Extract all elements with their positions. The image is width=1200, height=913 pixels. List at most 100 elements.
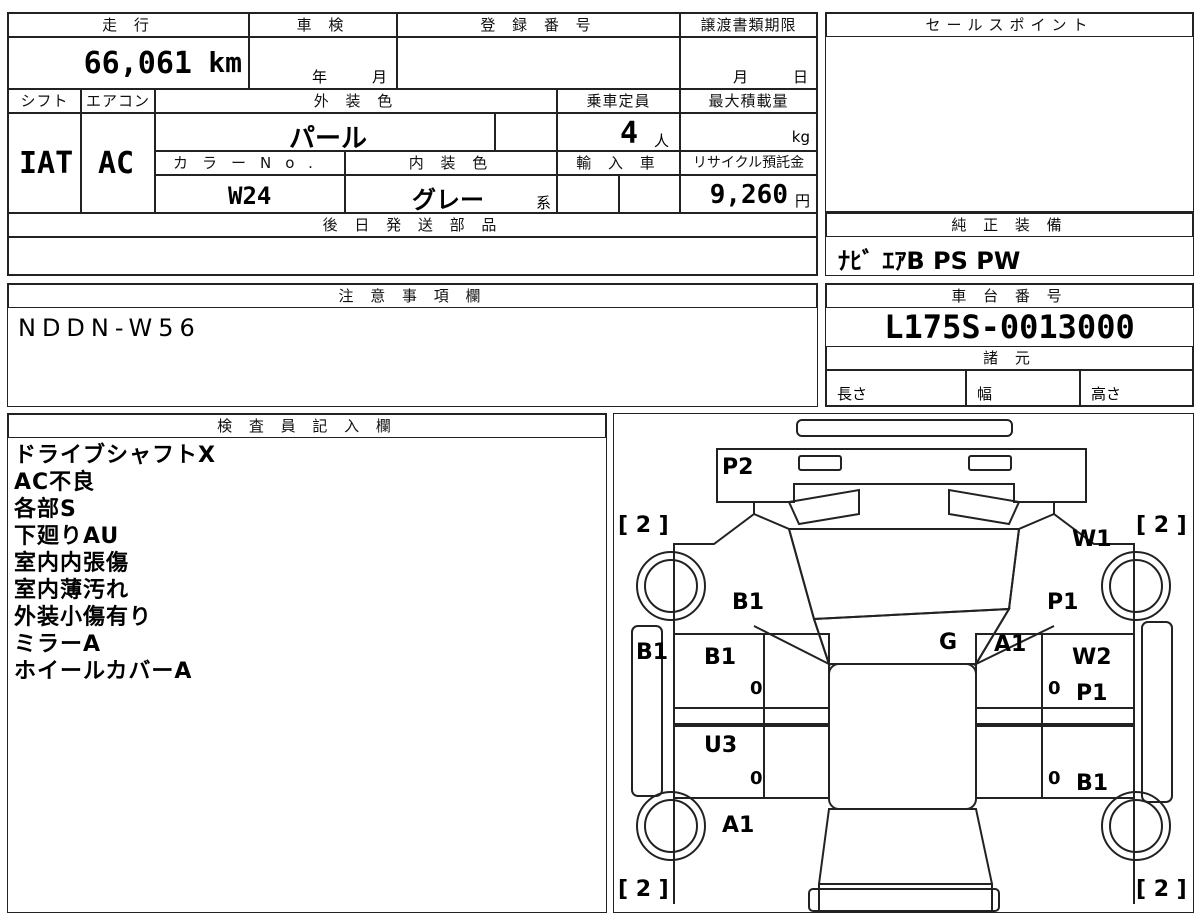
- tire-count: [ 2 ]: [618, 513, 669, 538]
- shaken-month: 月: [372, 68, 388, 86]
- chassis-value: L175S-0013000: [884, 308, 1135, 346]
- ac-value: AC: [98, 146, 135, 181]
- interior-color-suffix: 系: [536, 194, 552, 212]
- inspector-note: 室内内張傷: [14, 551, 130, 576]
- damage-mark: W2: [1072, 645, 1112, 670]
- exterior-color-value: パール: [289, 124, 368, 154]
- length-cell: 長さ: [826, 370, 966, 406]
- shaken-label: 車 検: [249, 13, 397, 37]
- pillar-left: [753, 513, 831, 666]
- car-diagram-block: P2 W1 B1 P1 G A1 B1 B1 W2 P1 U3 B1 A1 [ …: [613, 413, 1194, 913]
- front-lamp-right: [968, 455, 1012, 471]
- damage-mark: B1: [636, 640, 668, 665]
- inspector-note: 外装小傷有り: [14, 605, 153, 630]
- wheel-front-right: [1101, 551, 1171, 621]
- capacity-value: 4: [620, 116, 639, 151]
- cabin: [828, 663, 977, 810]
- wheel-rear-right: [1101, 791, 1171, 861]
- rear-bumper: [808, 888, 1000, 912]
- exterior-color-cell: パール: [155, 113, 495, 154]
- inspector-note: 各部S: [14, 497, 77, 522]
- mileage-label: 走 行: [8, 13, 249, 37]
- chassis-block: 車 台 番 号 L175S-0013000 諸 元 長さ 幅 高さ: [825, 283, 1194, 407]
- capacity-cell: 4 人: [557, 113, 680, 151]
- interior-color-value: グレー: [412, 186, 484, 214]
- transfer-cell: 月 日: [680, 37, 817, 89]
- height-label: 高さ: [1091, 385, 1122, 403]
- import-cell-a: [557, 175, 619, 213]
- shift-cell: IAT: [8, 113, 81, 213]
- headlight-left: [787, 488, 860, 526]
- sill-right: [1141, 621, 1173, 803]
- zero-mark: 0: [750, 768, 763, 789]
- length-label: 長さ: [837, 385, 868, 403]
- recycle-value: 9,260: [709, 180, 788, 210]
- damage-mark: W1: [1072, 527, 1112, 552]
- registration-label: 登 録 番 号: [397, 13, 680, 37]
- inspector-note: ドライブシャフトX: [14, 443, 216, 468]
- registration-cell: [397, 37, 680, 89]
- chassis-label: 車 台 番 号: [826, 284, 1193, 308]
- rear-window: [817, 808, 994, 885]
- width-label: 幅: [977, 385, 993, 403]
- ac-cell: AC: [81, 113, 155, 213]
- shaken-year: 年: [312, 68, 328, 86]
- transfer-month: 月: [733, 68, 749, 86]
- damage-mark: B1: [704, 645, 736, 670]
- shift-label: シフト: [8, 89, 81, 113]
- ac-label: エアコン: [81, 89, 155, 113]
- transfer-deadline-label: 譲渡書類期限: [680, 13, 817, 37]
- interior-color-cell: グレー 系: [345, 175, 557, 214]
- front-bumper: [796, 419, 1013, 437]
- damage-mark: P2: [722, 455, 753, 480]
- front-lamp-left: [798, 455, 842, 471]
- car-diagram: P2 W1 B1 P1 G A1 B1 B1 W2 P1 U3 B1 A1 [ …: [618, 419, 1187, 912]
- roof: [812, 607, 1011, 665]
- damage-mark: A1: [994, 632, 1026, 657]
- capacity-label: 乗車定員: [557, 89, 680, 113]
- inspector-block: 検 査 員 記 入 欄 ドライブシャフトX AC不良 各部S 下廻りAU 室内内…: [7, 413, 607, 913]
- spec-label: 諸 元: [826, 346, 1193, 370]
- sales-point-block: セールスポイント: [825, 12, 1194, 212]
- tire-count: [ 2 ]: [1136, 513, 1187, 538]
- tire-count: [ 2 ]: [618, 877, 669, 902]
- interior-color-label: 内 装 色: [345, 151, 557, 175]
- import-label: 輸 入 車: [557, 151, 680, 175]
- shift-value: IAT: [19, 146, 74, 181]
- import-cell-b: [619, 175, 680, 213]
- damage-mark: U3: [704, 733, 737, 758]
- recycle-unit: 円: [794, 192, 810, 210]
- sales-point-label: セールスポイント: [826, 13, 1193, 37]
- later-parts-label: 後 日 発 送 部 品: [8, 213, 817, 237]
- height-cell: 高さ: [1080, 370, 1193, 406]
- mileage-value: 66,061: [83, 46, 192, 81]
- equipment-block: 純 正 装 備 ﾅﾋﾞ ｴｱB PS PW: [825, 212, 1194, 276]
- width-cell: 幅: [966, 370, 1080, 406]
- max-load-label: 最大積載量: [680, 89, 817, 113]
- inspector-note: AC不良: [14, 470, 96, 495]
- zero-mark: 0: [1048, 678, 1061, 699]
- headlight-right: [948, 488, 1021, 526]
- wheel-rear-left: [636, 791, 706, 861]
- capacity-unit: 人: [654, 132, 670, 150]
- damage-mark: P1: [1047, 590, 1078, 615]
- damage-mark: A1: [722, 813, 754, 838]
- hood: [716, 448, 1087, 503]
- zero-mark: 0: [750, 678, 763, 699]
- damage-mark: B1: [732, 590, 764, 615]
- exterior-color-label: 外 装 色: [155, 89, 557, 113]
- inspector-note: 下廻りAU: [14, 524, 120, 549]
- mileage-cell: 66,061 km: [8, 37, 249, 89]
- color-no-label: カラーNo.: [155, 151, 345, 175]
- inspector-label: 検 査 員 記 入 欄: [8, 414, 606, 438]
- inspector-note: ミラーA: [14, 632, 102, 657]
- vehicle-info-block: 走 行 車 検 登 録 番 号 譲渡書類期限 66,061 km 年 月 月 日…: [7, 12, 818, 276]
- damage-mark: G: [939, 630, 957, 655]
- windshield: [787, 528, 1021, 621]
- transfer-day: 日: [793, 68, 809, 86]
- color-no-cell: W24: [155, 175, 345, 213]
- inspector-note: ホイールカバーA: [14, 659, 193, 684]
- max-load-unit: kg: [791, 128, 810, 146]
- color-no-value: W24: [228, 182, 272, 210]
- equipment-label: 純 正 装 備: [826, 213, 1193, 237]
